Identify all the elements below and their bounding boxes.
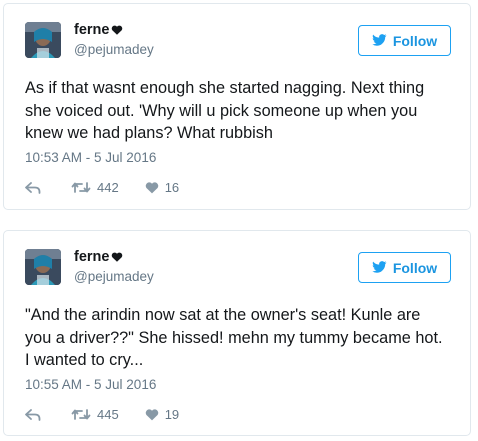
- follow-button[interactable]: Follow: [358, 25, 451, 56]
- retweet-icon: [71, 408, 91, 421]
- heart-icon: [145, 408, 159, 421]
- follow-button[interactable]: Follow: [358, 252, 451, 283]
- twitter-bird-icon: [372, 260, 387, 276]
- heart-icon: [111, 251, 123, 263]
- reply-button[interactable]: [25, 181, 41, 194]
- display-name-text: ferne: [74, 249, 110, 265]
- retweet-count: 442: [97, 180, 119, 195]
- reply-icon: [25, 408, 41, 421]
- follow-label: Follow: [392, 259, 438, 276]
- like-count: 16: [164, 180, 180, 195]
- tweet-timestamp[interactable]: 10:55 AM - 5 Jul 2016: [25, 377, 156, 392]
- display-name[interactable]: ferne: [74, 249, 123, 265]
- tweet-timestamp[interactable]: 10:53 AM - 5 Jul 2016: [25, 150, 156, 165]
- follow-label: Follow: [392, 32, 438, 49]
- tweet-card: ferne @pejumadey Follow As if that wasnt…: [3, 3, 471, 210]
- twitter-bird-icon: [372, 33, 387, 49]
- retweet-count: 445: [97, 407, 119, 422]
- retweet-button[interactable]: 442: [71, 180, 119, 195]
- like-count: 19: [164, 407, 180, 422]
- heart-icon: [111, 24, 123, 36]
- like-button[interactable]: 16: [145, 180, 179, 195]
- display-name-text: ferne: [74, 22, 110, 38]
- like-button[interactable]: 19: [145, 407, 179, 422]
- user-handle[interactable]: @pejumadey: [74, 42, 154, 57]
- tweet-card: ferne @pejumadey Follow "And the arindin…: [3, 230, 471, 436]
- avatar[interactable]: [25, 22, 61, 58]
- tweet-actions: 445 19: [25, 407, 179, 422]
- retweet-button[interactable]: 445: [71, 407, 119, 422]
- reply-icon: [25, 181, 41, 194]
- tweet-text: "And the arindin now sat at the owner's …: [25, 306, 443, 369]
- display-name[interactable]: ferne: [74, 22, 123, 38]
- avatar[interactable]: [25, 249, 61, 285]
- heart-icon: [145, 181, 159, 194]
- reply-button[interactable]: [25, 408, 41, 421]
- tweet-actions: 442 16: [25, 180, 179, 195]
- retweet-icon: [71, 181, 91, 194]
- tweet-text: As if that wasnt enough she started nagg…: [25, 79, 425, 142]
- user-handle[interactable]: @pejumadey: [74, 269, 154, 284]
